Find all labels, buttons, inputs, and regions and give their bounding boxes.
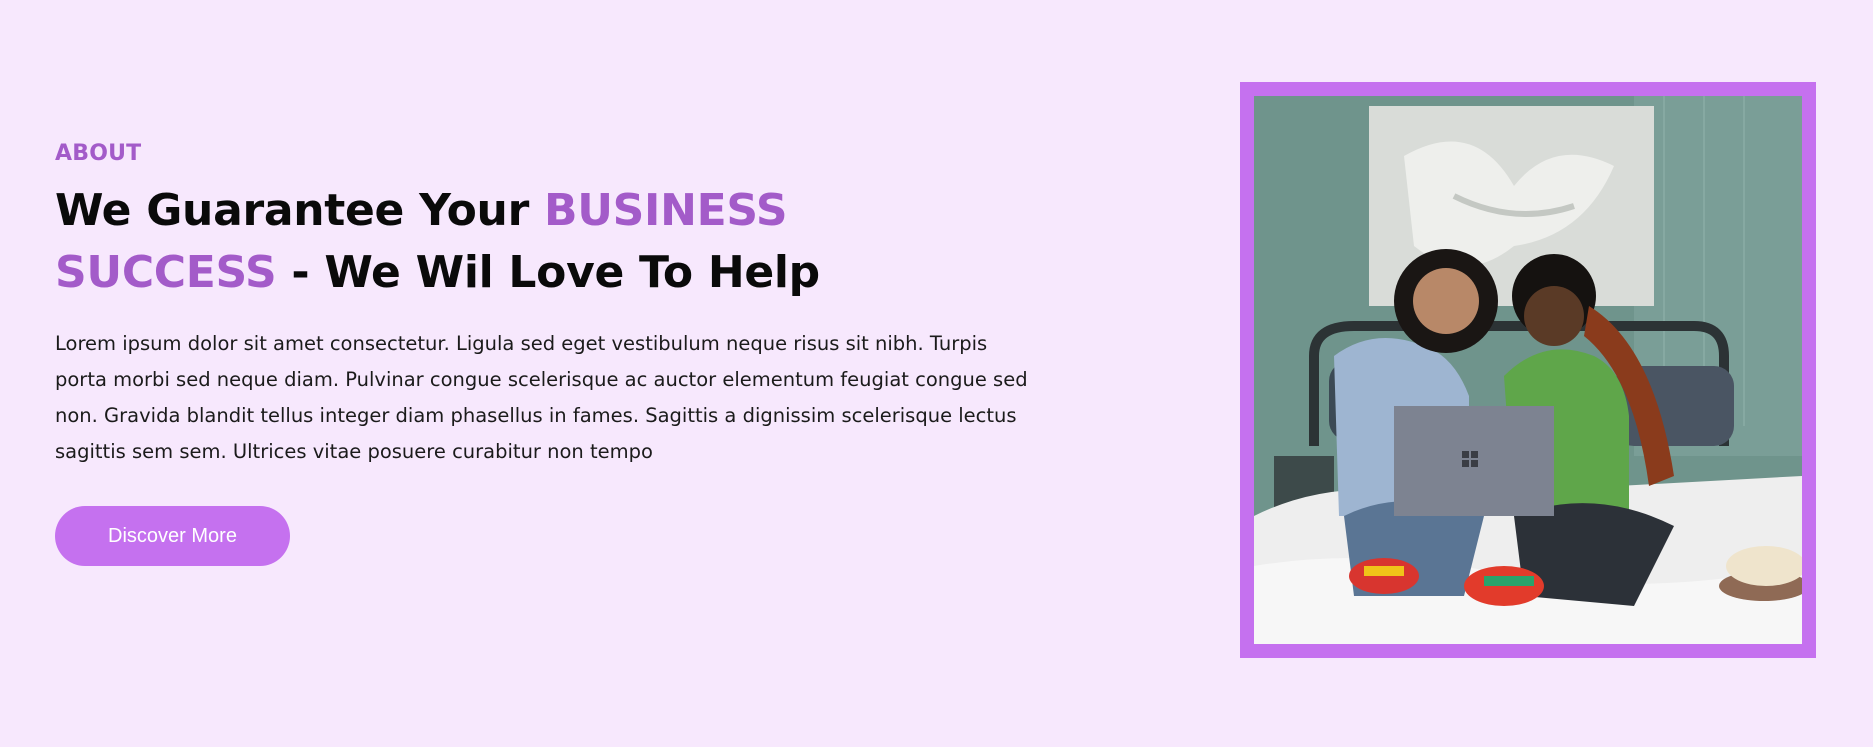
about-content: ABOUT We Guarantee Your BUSINESS SUCCESS … xyxy=(55,138,1055,470)
heading-part-2: - We Wil Love To Help xyxy=(276,247,820,298)
section-body-text: Lorem ipsum dolor sit amet consectetur. … xyxy=(55,332,1028,463)
heading-part-1: We Guarantee Your xyxy=(55,185,544,236)
heading-accent-business: BUSINESS xyxy=(544,185,788,236)
discover-more-button[interactable]: Discover More xyxy=(55,506,290,566)
about-photo xyxy=(1254,96,1802,644)
section-eyebrow: ABOUT xyxy=(55,141,142,166)
about-section: ABOUT We Guarantee Your BUSINESS SUCCESS … xyxy=(0,0,1873,747)
heading-accent-success: SUCCESS xyxy=(55,247,277,298)
photo-frame xyxy=(1240,82,1816,658)
section-heading: We Guarantee Your BUSINESS SUCCESS - We W… xyxy=(55,180,955,304)
